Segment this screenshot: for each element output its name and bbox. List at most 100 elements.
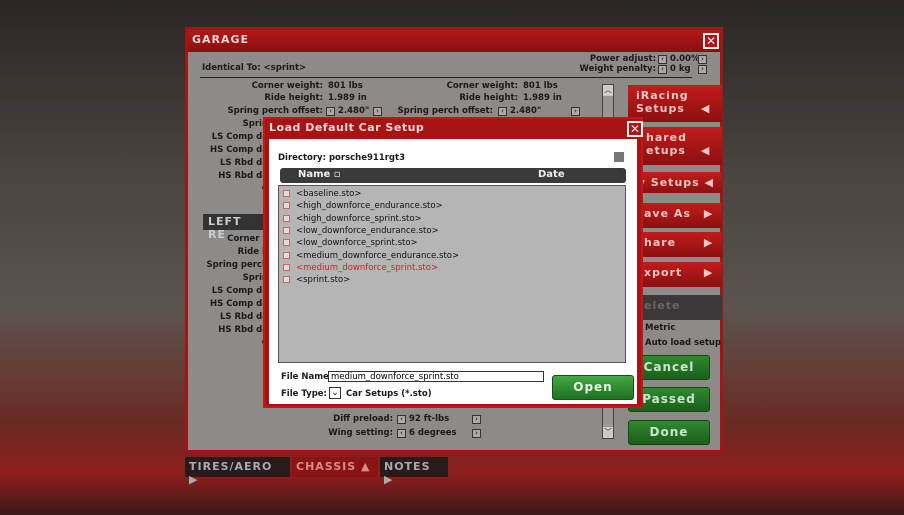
field-value: 1.989 in: [328, 93, 367, 103]
increase-arrow-icon[interactable]: ›: [472, 415, 481, 424]
chevron-down-icon[interactable]: ⌄: [329, 387, 341, 399]
button-label: ave As: [644, 207, 691, 220]
garage-close-button[interactable]: ✕: [703, 33, 719, 49]
file-name: <medium_downforce_endurance.sto>: [296, 250, 460, 261]
field-value: 801 lbs: [328, 81, 363, 91]
button-label: elete: [644, 299, 681, 312]
button-label: hare: [644, 236, 677, 249]
tab-chassis[interactable]: CHASSIS ▲: [292, 457, 378, 477]
file-icon: [283, 214, 290, 222]
dialog-body: Directory: porsche911rgt3 Name ▫ Date <b…: [269, 139, 637, 404]
decrease-arrow-icon[interactable]: ‹: [658, 55, 667, 64]
file-icon: [283, 251, 290, 259]
tab-label: CHASSIS: [296, 460, 357, 473]
increase-arrow-icon[interactable]: ›: [698, 65, 707, 74]
file-name-label: File Name:: [281, 372, 333, 382]
field-value: 1.989 in: [523, 93, 562, 103]
field-label: Corner v: [227, 234, 268, 244]
done-button[interactable]: Done: [628, 420, 710, 445]
tab-notes[interactable]: NOTES ▶: [380, 457, 448, 486]
column-name[interactable]: Name ▫: [298, 169, 341, 180]
field-label: Sprin: [242, 273, 268, 283]
open-button[interactable]: Open: [552, 375, 634, 400]
column-date[interactable]: Date: [538, 169, 565, 180]
file-list-item[interactable]: <medium_downforce_endurance.sto>: [283, 251, 459, 261]
file-list-item[interactable]: <high_downforce_sprint.sto>: [283, 214, 422, 224]
field-value: 801 lbs: [523, 81, 558, 91]
file-name-input[interactable]: [328, 371, 544, 382]
file-name: <high_downforce_endurance.sto>: [296, 201, 443, 212]
file-list[interactable]: <baseline.sto> <high_downforce_endurance.…: [278, 185, 626, 363]
file-name: <sprint.sto>: [296, 275, 351, 286]
file-list-item[interactable]: <low_downforce_endurance.sto>: [283, 226, 439, 236]
field-label: C: [188, 338, 268, 348]
identical-to: Identical To: <sprint>: [202, 63, 307, 73]
field-label: C: [188, 184, 268, 194]
field-value: 6 degrees: [409, 428, 457, 438]
decrease-arrow-icon[interactable]: ‹: [498, 107, 507, 116]
field-label: Corner weight:: [251, 81, 323, 91]
decrease-arrow-icon[interactable]: ‹: [658, 65, 667, 74]
button-label: hared etups: [646, 131, 688, 157]
field-value: 92 ft-lbs: [409, 414, 450, 424]
increase-arrow-icon[interactable]: ›: [698, 55, 707, 64]
field-label: Spring perch offset:: [397, 106, 493, 116]
divider: [200, 77, 692, 78]
dialog-title: Load Default Car Setup: [269, 121, 425, 134]
field-label: Corner weight:: [446, 81, 518, 91]
field-label: HS Rbd da: [218, 171, 268, 181]
field-label: HS Comp da: [210, 299, 268, 309]
field-label: Spring perch offset:: [227, 106, 323, 116]
increase-arrow-icon[interactable]: ›: [472, 429, 481, 438]
tab-label: NOTES: [384, 460, 431, 473]
field-label: HS Rbd da: [218, 325, 268, 335]
file-icon: [283, 226, 290, 234]
file-name: <baseline.sto>: [296, 189, 362, 199]
file-list-item[interactable]: <baseline.sto>: [283, 189, 362, 199]
field-label: Diff preload:: [333, 414, 393, 424]
dialog-close-button[interactable]: ✕: [627, 121, 643, 137]
field-value: 2.480": [510, 106, 542, 116]
button-label: y Setups: [637, 176, 700, 189]
decrease-arrow-icon[interactable]: ‹: [326, 107, 335, 116]
field-label: Ride height:: [459, 93, 518, 103]
file-type-select[interactable]: Car Setups (*.sto): [346, 389, 432, 399]
field-label: Spring perch: [206, 260, 268, 270]
column-label: Name: [298, 169, 331, 180]
directory-label: Directory: porsche911rgt3: [278, 153, 405, 163]
tab-label: TIRES/AERO: [189, 460, 273, 473]
file-icon: [283, 202, 290, 210]
metric-checkbox-label[interactable]: Metric: [645, 323, 675, 333]
tab-tires-aero[interactable]: TIRES/AERO ▶: [185, 457, 290, 486]
folder-up-button[interactable]: [614, 152, 624, 162]
list-header: Name ▫ Date: [280, 168, 626, 183]
file-name: <low_downforce_sprint.sto>: [296, 238, 418, 249]
decrease-arrow-icon[interactable]: ‹: [397, 429, 406, 438]
scroll-down-icon[interactable]: ﹀: [603, 427, 613, 438]
garage-title: GARAGE: [188, 30, 720, 52]
field-label: HS Comp da: [210, 145, 268, 155]
weight-penalty-value: 0 kg: [670, 64, 691, 74]
file-icon: [283, 239, 290, 247]
field-label: LS Comp da: [211, 132, 268, 142]
increase-arrow-icon[interactable]: ›: [571, 107, 580, 116]
file-name: <high_downforce_sprint.sto>: [296, 213, 422, 224]
file-list-item[interactable]: <sprint.sto>: [283, 275, 350, 285]
file-name: <low_downforce_endurance.sto>: [296, 225, 439, 236]
power-adjust-value: 0.00%: [670, 54, 700, 64]
field-value: 2.480": [338, 106, 370, 116]
button-label: xport: [644, 266, 683, 279]
file-name: <medium_downforce_sprint.sto>: [296, 262, 439, 273]
decrease-arrow-icon[interactable]: ‹: [397, 415, 406, 424]
file-list-item[interactable]: <medium_downforce_sprint.sto>: [283, 263, 438, 273]
file-icon: [283, 190, 290, 197]
field-label: LS Rbd da: [220, 312, 268, 322]
field-label: LS Comp da: [211, 286, 268, 296]
field-label: Ride h: [237, 247, 268, 257]
auto-load-checkbox-label[interactable]: Auto load setup: [645, 338, 721, 348]
scroll-up-icon[interactable]: ︿: [603, 85, 613, 96]
weight-penalty-label: Weight penalty:: [579, 64, 656, 74]
file-list-item[interactable]: <high_downforce_endurance.sto>: [283, 201, 443, 211]
field-label: LS Rbd da: [220, 158, 268, 168]
file-list-item[interactable]: <low_downforce_sprint.sto>: [283, 238, 418, 248]
